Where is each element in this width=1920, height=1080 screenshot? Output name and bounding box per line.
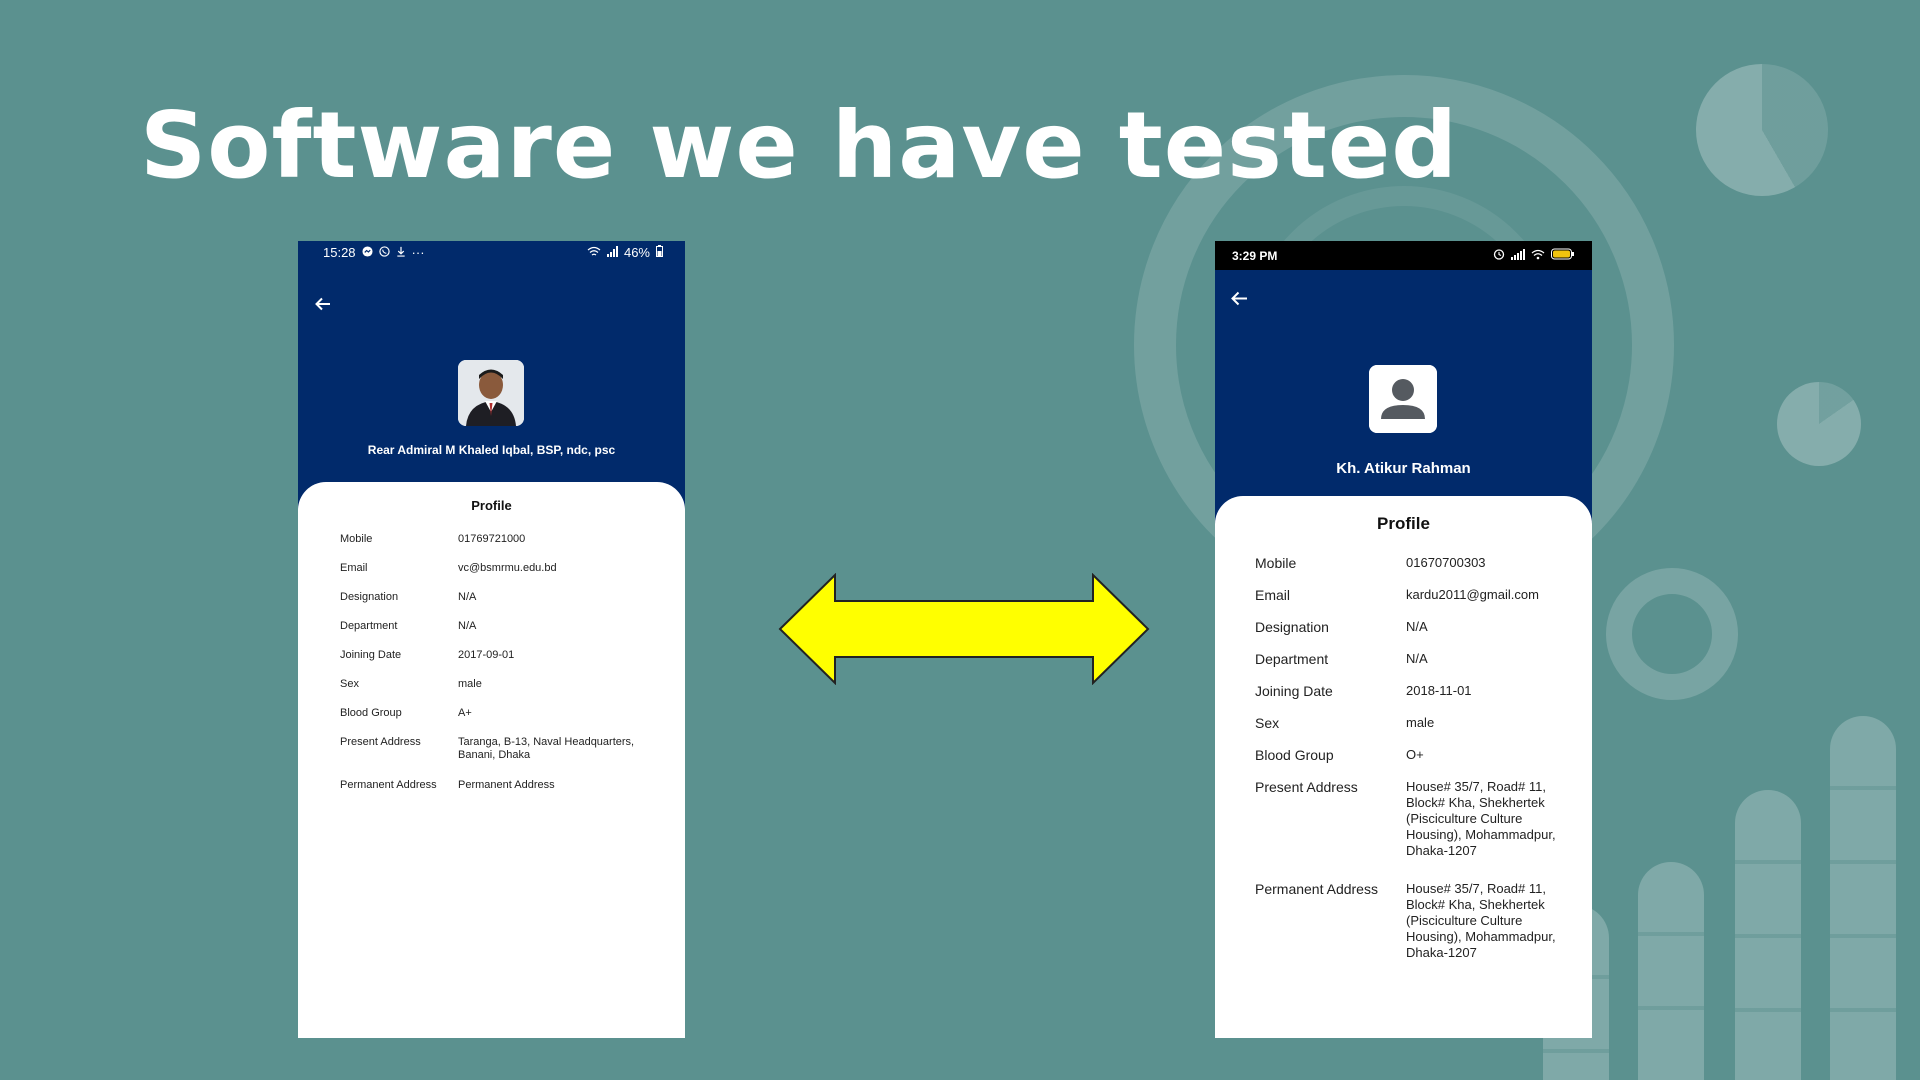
download-icon — [396, 245, 406, 260]
profile-row-present-address: Present Address Taranga, B-13, Naval Hea… — [298, 736, 685, 762]
battery-level: 46% — [623, 244, 650, 260]
field-value: House# 35/7, Road# 11, Block# Kha, Shekh… — [1406, 779, 1556, 858]
field-label: Sex — [340, 678, 359, 690]
field-label: Joining Date — [1255, 683, 1333, 699]
background-pie-decoration — [1696, 64, 1828, 196]
background-bar-decoration — [1638, 862, 1704, 1080]
field-label: Mobile — [1255, 555, 1297, 571]
field-label: Email — [340, 562, 368, 574]
field-value: Taranga, B-13, Naval Headquarters, Banan… — [458, 736, 635, 761]
profile-name: Kh. Atikur Rahman — [1336, 460, 1471, 477]
profile-row-mobile: Mobile 01769721000 — [298, 533, 685, 546]
viber-icon — [378, 245, 390, 260]
field-label: Department — [1255, 651, 1329, 667]
field-value: N/A — [458, 620, 477, 632]
field-value: male — [458, 678, 482, 690]
field-label: Sex — [1255, 715, 1280, 731]
signal-icon — [1511, 248, 1525, 263]
default-avatar-icon — [1369, 365, 1437, 433]
profile-name: Rear Admiral M Khaled Iqbal, BSP, ndc, p… — [367, 443, 616, 457]
background-small-ring-decoration — [1606, 568, 1738, 700]
field-label: Designation — [1255, 619, 1329, 635]
wifi-icon — [587, 245, 601, 260]
profile-row-designation: Designation N/A — [298, 591, 685, 604]
profile-row-permanent-address: Permanent Address House# 35/7, Road# 11,… — [1215, 881, 1592, 961]
profile-row-email: Email vc@bsmrmu.edu.bd — [298, 562, 685, 575]
back-arrow-icon[interactable] — [1231, 287, 1248, 312]
status-bar: 3:29 PM — [1215, 241, 1592, 270]
profile-row-blood-group: Blood Group O+ — [1215, 747, 1592, 763]
field-value: House# 35/7, Road# 11, Block# Kha, Shekh… — [1406, 881, 1556, 960]
background-bar-decoration — [1830, 716, 1896, 1080]
profile-photo — [458, 360, 524, 426]
profile-card: Profile Mobile 01769721000 Email vc@bsmr… — [298, 482, 685, 1038]
alarm-icon — [1493, 248, 1505, 263]
battery-icon — [656, 244, 663, 260]
profile-row-sex: Sex male — [298, 678, 685, 691]
field-label: Present Address — [340, 736, 421, 748]
field-value: 01769721000 — [458, 533, 526, 545]
field-value: A+ — [458, 707, 472, 719]
back-arrow-icon[interactable] — [315, 292, 331, 316]
field-value: N/A — [1406, 619, 1428, 634]
field-label: Permanent Address — [340, 779, 437, 791]
field-value: vc@bsmrmu.edu.bd — [458, 562, 557, 574]
field-label: Mobile — [340, 533, 373, 545]
double-arrow-icon — [778, 573, 1150, 685]
field-label: Permanent Address — [1255, 881, 1378, 897]
wifi-icon — [1531, 249, 1545, 263]
field-value: Permanent Address — [458, 779, 555, 791]
profile-card-title: Profile — [1377, 514, 1430, 533]
field-value: O+ — [1406, 747, 1424, 762]
field-label: Blood Group — [1255, 747, 1334, 763]
profile-row-present-address: Present Address House# 35/7, Road# 11, B… — [1215, 779, 1592, 859]
profile-row-sex: Sex male — [1215, 715, 1592, 731]
more-dots-icon: ··· — [411, 244, 425, 260]
field-value: kardu2011@gmail.com — [1406, 587, 1539, 602]
field-value: N/A — [1406, 651, 1428, 666]
profile-row-blood-group: Blood Group A+ — [298, 707, 685, 720]
profile-row-permanent-address: Permanent Address Permanent Address — [298, 779, 685, 792]
profile-card: Profile Mobile 01670700303 Email kardu20… — [1215, 496, 1592, 1038]
field-value: N/A — [458, 591, 477, 603]
background-bar-decoration — [1735, 790, 1801, 1080]
status-time: 15:28 — [323, 244, 356, 260]
profile-row-joining-date: Joining Date 2017-09-01 — [298, 649, 685, 662]
right-phone-screenshot: 3:29 PM Kh. Atikur Rahman Profile Mobile… — [1215, 241, 1592, 1038]
field-value: male — [1406, 715, 1435, 730]
profile-card-title: Profile — [471, 498, 512, 513]
profile-row-email: Email kardu2011@gmail.com — [1215, 587, 1592, 603]
field-label: Blood Group — [340, 707, 402, 719]
profile-row-department: Department N/A — [1215, 651, 1592, 667]
profile-row-designation: Designation N/A — [1215, 619, 1592, 635]
field-value: 01670700303 — [1406, 555, 1486, 570]
messenger-icon — [362, 245, 373, 260]
field-value: 2018-11-01 — [1406, 683, 1472, 698]
field-label: Email — [1255, 587, 1291, 603]
left-phone-screenshot: 15:28 ··· 46% Rear Admiral M Khaled Iqba… — [298, 241, 685, 1038]
field-label: Department — [340, 620, 398, 632]
profile-row-joining-date: Joining Date 2018-11-01 — [1215, 683, 1592, 699]
profile-row-department: Department N/A — [298, 620, 685, 633]
status-bar: 15:28 ··· 46% — [298, 241, 685, 263]
field-label: Present Address — [1255, 779, 1358, 795]
background-small-pie-decoration — [1777, 382, 1861, 466]
field-label: Joining Date — [340, 649, 402, 661]
status-time: 3:29 PM — [1232, 248, 1278, 263]
field-value: 2017-09-01 — [458, 649, 515, 661]
signal-icon — [606, 245, 618, 260]
profile-row-mobile: Mobile 01670700303 — [1215, 555, 1592, 571]
battery-icon — [1551, 248, 1575, 263]
slide-title: Software we have tested — [140, 92, 1459, 199]
field-label: Designation — [340, 591, 399, 603]
